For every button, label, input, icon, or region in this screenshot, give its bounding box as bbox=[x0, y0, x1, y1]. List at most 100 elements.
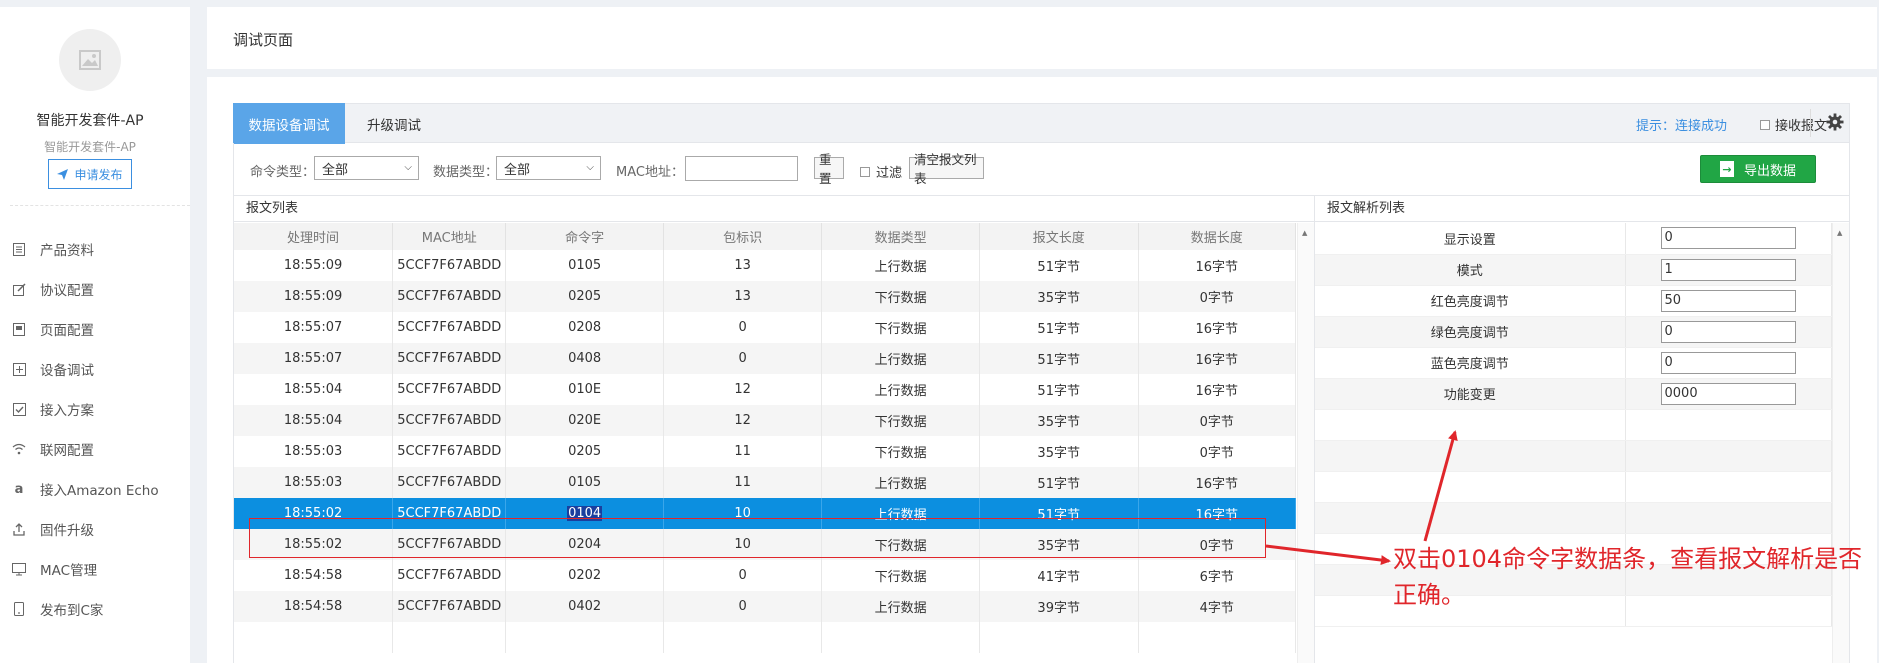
table-cell: 51字节 bbox=[979, 312, 1139, 343]
table-row[interactable]: 18:55:03 5CCF7F67ABDD 0105 11 上行数据 51字节 16字节 bbox=[234, 467, 1297, 498]
table-cell: 0 bbox=[663, 560, 823, 591]
cmd-type-value: 全部 bbox=[322, 162, 349, 178]
export-data-button[interactable]: → 导出数据 bbox=[1700, 155, 1816, 183]
parse-field-name: 功能变更 bbox=[1315, 378, 1626, 410]
wifi-icon bbox=[12, 442, 26, 456]
column-header[interactable]: 命令字 bbox=[505, 223, 664, 250]
table-cell: 16字节 bbox=[1138, 498, 1297, 529]
parse-field-value-input[interactable]: 1 bbox=[1660, 258, 1796, 281]
upload-icon bbox=[12, 522, 26, 536]
table-row[interactable]: 18:55:03 5CCF7F67ABDD 0205 11 下行数据 35字节 0字节 bbox=[234, 436, 1297, 467]
sidebar-item-label: 设备调试 bbox=[40, 363, 94, 379]
debug-icon bbox=[12, 362, 26, 376]
table-cell: 41字节 bbox=[979, 560, 1139, 591]
filter-toggle[interactable]: 过滤 bbox=[860, 162, 902, 181]
image-placeholder-icon bbox=[79, 50, 101, 70]
sidebar-item-amazon-echo[interactable]: a 接入Amazon Echo bbox=[0, 469, 190, 509]
table-cell: 18:55:09 bbox=[234, 281, 394, 312]
sidebar: 智能开发套件-AP 智能开发套件-AP 申请发布 产品资料 协议配置 页面配置 … bbox=[0, 7, 190, 663]
parse-field-value-input[interactable]: 0000 bbox=[1660, 382, 1796, 405]
table-cell bbox=[663, 622, 823, 653]
table-row[interactable]: 18:55:07 5CCF7F67ABDD 0208 0 下行数据 51字节 16字节 bbox=[234, 312, 1297, 343]
sidebar-item-access-plan[interactable]: 接入方案 bbox=[0, 389, 190, 429]
scroll-up-icon[interactable]: ▲ bbox=[1837, 229, 1842, 237]
column-header[interactable]: MAC地址 bbox=[392, 223, 507, 250]
sidebar-item-firmware-upgrade[interactable]: 固件升级 bbox=[0, 509, 190, 549]
table-row[interactable]: 18:54:58 5CCF7F67ABDD 0202 0 下行数据 41字节 6字节 bbox=[234, 560, 1297, 591]
table-cell: 5CCF7F67ABDD bbox=[392, 405, 507, 436]
sidebar-item-device-debug[interactable]: 设备调试 bbox=[0, 349, 190, 389]
selected-command-text: 0104 bbox=[567, 506, 603, 521]
reset-button[interactable]: 重置 bbox=[814, 152, 844, 186]
packet-list-scrollbar[interactable]: ▲ bbox=[1297, 223, 1314, 663]
parse-field-value-cell: 0000 bbox=[1625, 378, 1832, 410]
table-row[interactable]: 18:55:02 5CCF7F67ABDD 0204 10 下行数据 35字节 0字节 bbox=[234, 529, 1297, 560]
parse-field-value-cell: 0 bbox=[1625, 347, 1832, 379]
table-row[interactable]: 18:54:58 5CCF7F67ABDD 0402 0 上行数据 39字节 4字节 bbox=[234, 591, 1297, 622]
column-header[interactable]: 包标识 bbox=[663, 223, 823, 250]
table-row[interactable] bbox=[234, 622, 1297, 653]
table-row[interactable]: 18:55:09 5CCF7F67ABDD 0105 13 上行数据 51字节 16字节 bbox=[234, 250, 1297, 281]
table-cell: 18:55:04 bbox=[234, 374, 394, 405]
table-cell: 51字节 bbox=[979, 498, 1139, 529]
table-row[interactable]: 18:55:02 5CCF7F67ABDD 0104 10 上行数据 51字节 16字节 bbox=[234, 498, 1297, 529]
apply-publish-button[interactable]: 申请发布 bbox=[48, 159, 132, 189]
receive-packets-toggle[interactable]: 接收报文 bbox=[1760, 115, 1827, 134]
scroll-up-icon[interactable]: ▲ bbox=[1302, 229, 1307, 237]
table-cell: 5CCF7F67ABDD bbox=[392, 312, 507, 343]
tab-upgrade-debug[interactable]: 升级调试 bbox=[346, 103, 442, 144]
parse-field-value-input[interactable]: 0 bbox=[1660, 320, 1796, 343]
edit-icon bbox=[12, 282, 26, 296]
sidebar-item-publish-c-home[interactable]: 发布到C家 bbox=[0, 589, 190, 629]
table-cell: 11 bbox=[663, 467, 823, 498]
table-cell: 18:54:58 bbox=[234, 560, 394, 591]
parse-field-value-input[interactable]: 50 bbox=[1660, 289, 1796, 312]
packet-table-header: 处理时间 MAC地址 命令字 包标识 数据类型 报文长度 数据长度 bbox=[234, 223, 1297, 250]
parse-field-value-input[interactable]: 0 bbox=[1660, 351, 1796, 374]
parse-field-value-cell bbox=[1625, 440, 1832, 472]
sidebar-item-product-info[interactable]: 产品资料 bbox=[0, 229, 190, 269]
clear-packet-list-button[interactable]: 清空报文列表 bbox=[909, 152, 984, 186]
table-row[interactable]: 18:55:09 5CCF7F67ABDD 0205 13 下行数据 35字节 0字节 bbox=[234, 281, 1297, 312]
table-row[interactable]: 18:55:07 5CCF7F67ABDD 0408 0 上行数据 51字节 16字节 bbox=[234, 343, 1297, 374]
data-type-value: 全部 bbox=[504, 162, 531, 178]
table-cell: 上行数据 bbox=[821, 498, 980, 529]
column-header[interactable]: 数据类型 bbox=[821, 223, 980, 250]
page-title: 调试页面 bbox=[233, 31, 294, 49]
parse-field-name: 红色亮度调节 bbox=[1315, 285, 1626, 317]
mac-address-input[interactable] bbox=[685, 156, 798, 181]
data-type-select[interactable]: 全部 ⌵ bbox=[496, 156, 601, 180]
filter-checkbox[interactable] bbox=[860, 166, 870, 177]
tab-data-device-debug[interactable]: 数据设备调试 bbox=[233, 103, 345, 144]
parse-field-value-cell: 50 bbox=[1625, 285, 1832, 317]
table-cell: 10 bbox=[663, 498, 823, 529]
table-row[interactable]: 18:55:04 5CCF7F67ABDD 020E 12 下行数据 35字节 0字节 bbox=[234, 405, 1297, 436]
sidebar-item-mac-management[interactable]: MAC管理 bbox=[0, 549, 190, 589]
table-cell: 51字节 bbox=[979, 250, 1139, 281]
sidebar-item-network-config[interactable]: 联网配置 bbox=[0, 429, 190, 469]
receive-packets-checkbox[interactable] bbox=[1760, 119, 1770, 130]
connection-status-hint: 提示：连接成功 bbox=[1636, 119, 1728, 134]
table-cell: 18:55:03 bbox=[234, 467, 394, 498]
table-cell: 18:55:09 bbox=[234, 250, 394, 281]
table-cell: 0字节 bbox=[1138, 281, 1297, 312]
table-cell: 12 bbox=[663, 405, 823, 436]
parse-row bbox=[1315, 409, 1832, 441]
gear-icon[interactable] bbox=[1826, 113, 1844, 131]
table-cell: 下行数据 bbox=[821, 281, 980, 312]
table-cell: 0105 bbox=[505, 250, 664, 281]
table-cell: 35字节 bbox=[979, 405, 1139, 436]
column-header[interactable]: 报文长度 bbox=[979, 223, 1139, 250]
sidebar-item-page-config[interactable]: 页面配置 bbox=[0, 309, 190, 349]
parse-field-value-input[interactable]: 0 bbox=[1660, 227, 1796, 250]
table-row[interactable]: 18:55:04 5CCF7F67ABDD 010E 12 上行数据 51字节 16字节 bbox=[234, 374, 1297, 405]
sidebar-item-protocol-config[interactable]: 协议配置 bbox=[0, 269, 190, 309]
table-cell: 0 bbox=[663, 591, 823, 622]
cmd-type-select[interactable]: 全部 ⌵ bbox=[314, 156, 419, 180]
column-header[interactable]: 处理时间 bbox=[234, 223, 394, 250]
packet-table: 处理时间 MAC地址 命令字 包标识 数据类型 报文长度 数据长度 18:55:… bbox=[234, 223, 1297, 653]
column-header[interactable]: 数据长度 bbox=[1138, 223, 1297, 250]
tab-bar-divider bbox=[1810, 109, 1811, 137]
table-cell: 5CCF7F67ABDD bbox=[392, 529, 507, 560]
sidebar-item-label: 接入方案 bbox=[40, 403, 94, 419]
